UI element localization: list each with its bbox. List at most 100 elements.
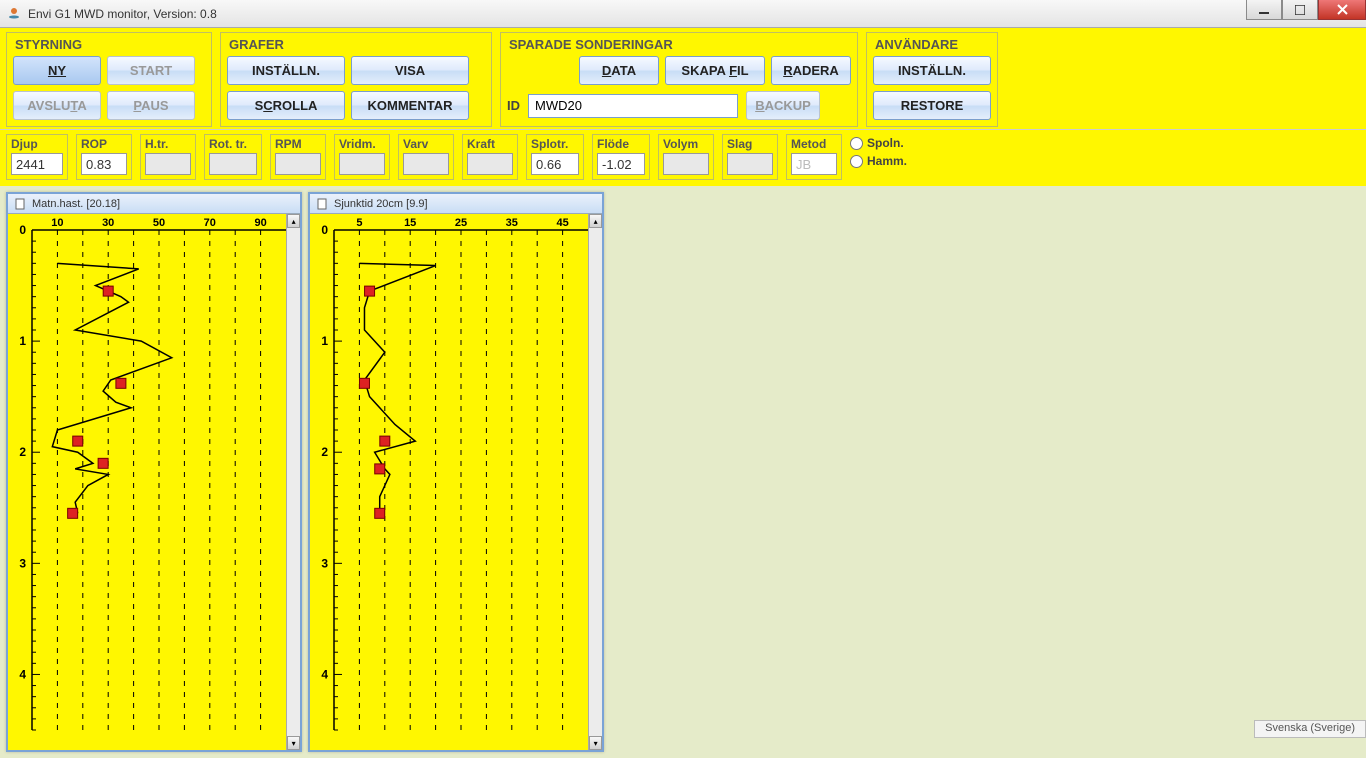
param-splotr: Splotr. (526, 134, 584, 180)
param-djup: Djup (6, 134, 68, 180)
volym-input[interactable] (663, 153, 709, 175)
group-title-anvandare: ANVÄNDARE (873, 37, 991, 56)
vridm-input[interactable] (339, 153, 385, 175)
close-button[interactable] (1318, 0, 1366, 20)
svg-text:15: 15 (404, 217, 416, 229)
content-area: Matn.hast. [20.18] 103050709001234 ▴ ▾ S… (0, 186, 1366, 758)
chart-title-1: Matn.hast. [20.18] (32, 198, 120, 210)
varv-input[interactable] (403, 153, 449, 175)
kommentar-button[interactable]: KOMMENTAR (351, 91, 469, 120)
svg-text:30: 30 (102, 217, 114, 229)
svg-text:45: 45 (556, 217, 568, 229)
installn-button[interactable]: INSTÄLLN. (227, 56, 345, 85)
start-button[interactable]: START (107, 56, 195, 85)
window-title: Envi G1 MWD monitor, Version: 0.8 (28, 7, 217, 21)
rop-input[interactable] (81, 153, 127, 175)
param-rottr: Rot. tr. (204, 134, 262, 180)
svg-text:4: 4 (19, 667, 26, 681)
chart-body-2: 51525354501234 ▴ ▾ (310, 214, 602, 750)
ny-button[interactable]: NY (13, 56, 101, 85)
skapafil-button[interactable]: SKAPA FIL (665, 56, 765, 85)
flode-input[interactable] (597, 153, 645, 175)
paus-button[interactable]: PAUS (107, 91, 195, 120)
svg-text:3: 3 (19, 556, 26, 570)
param-volym: Volym (658, 134, 714, 180)
param-metod: Metod (786, 134, 842, 180)
user-installn-button[interactable]: INSTÄLLN. (873, 56, 991, 85)
svg-text:1: 1 (19, 334, 26, 348)
group-title-sparade: SPARADE SONDERINGAR (507, 37, 851, 56)
avsluta-button[interactable]: AVSLUTA (13, 91, 101, 120)
rpm-input[interactable] (275, 153, 321, 175)
svg-text:5: 5 (356, 217, 362, 229)
chart-svg-2: 51525354501234 (310, 214, 588, 734)
htr-input[interactable] (145, 153, 191, 175)
chart-panel-2: Sjunktid 20cm [9.9] 51525354501234 ▴ ▾ (308, 192, 604, 752)
svg-text:70: 70 (204, 217, 216, 229)
toolbar: STYRNING NY START AVSLUTA PAUS GRAFER IN… (0, 28, 1366, 130)
svg-text:35: 35 (506, 217, 518, 229)
slag-input[interactable] (727, 153, 773, 175)
scrollbar-1[interactable]: ▴ ▾ (286, 214, 300, 750)
group-grafer: GRAFER INSTÄLLN. VISA SCROLLA KOMMENTAR (220, 32, 492, 127)
scroll-up-icon[interactable]: ▴ (589, 214, 602, 228)
scroll-down-icon[interactable]: ▾ (589, 736, 602, 750)
param-varv: Varv (398, 134, 454, 180)
group-sparade: SPARADE SONDERINGAR DATA SKAPA FIL RADER… (500, 32, 858, 127)
java-icon (6, 6, 22, 22)
param-htr: H.tr. (140, 134, 196, 180)
param-rop: ROP (76, 134, 132, 180)
chart-svg-1: 103050709001234 (8, 214, 286, 734)
svg-text:4: 4 (321, 667, 328, 681)
method-radio-group: Spoln. Hamm. (850, 134, 907, 180)
minimize-button[interactable] (1246, 0, 1282, 20)
document-icon (14, 198, 26, 210)
id-label: ID (507, 98, 520, 113)
statusbar: Svenska (Sverige) (1254, 720, 1366, 738)
titlebar: Envi G1 MWD monitor, Version: 0.8 (0, 0, 1366, 28)
scroll-track[interactable] (589, 228, 602, 736)
chart-titlebar-1[interactable]: Matn.hast. [20.18] (8, 194, 300, 214)
id-input[interactable] (528, 94, 738, 118)
group-title-grafer: GRAFER (227, 37, 485, 56)
group-anvandare: ANVÄNDARE INSTÄLLN. RESTORE (866, 32, 998, 127)
svg-text:90: 90 (254, 217, 266, 229)
document-icon (316, 198, 328, 210)
svg-text:25: 25 (455, 217, 467, 229)
chart-titlebar-2[interactable]: Sjunktid 20cm [9.9] (310, 194, 602, 214)
chart-panel-1: Matn.hast. [20.18] 103050709001234 ▴ ▾ (6, 192, 302, 752)
window-controls (1246, 0, 1366, 20)
kraft-input[interactable] (467, 153, 513, 175)
rottr-input[interactable] (209, 153, 257, 175)
radio-hamm[interactable]: Hamm. (850, 154, 907, 168)
scrolla-button[interactable]: SCROLLA (227, 91, 345, 120)
svg-text:1: 1 (321, 334, 328, 348)
param-vridm: Vridm. (334, 134, 390, 180)
data-button[interactable]: DATA (579, 56, 659, 85)
radio-spoln[interactable]: Spoln. (850, 136, 907, 150)
backup-button[interactable]: BACKUP (746, 91, 820, 120)
svg-text:3: 3 (321, 556, 328, 570)
group-styrning: STYRNING NY START AVSLUTA PAUS (6, 32, 212, 127)
param-rpm: RPM (270, 134, 326, 180)
scroll-track[interactable] (287, 228, 300, 736)
param-flode: Flöde (592, 134, 650, 180)
chart-body-1: 103050709001234 ▴ ▾ (8, 214, 300, 750)
djup-input[interactable] (11, 153, 63, 175)
param-slag: Slag (722, 134, 778, 180)
metod-input[interactable] (791, 153, 837, 175)
svg-text:50: 50 (153, 217, 165, 229)
group-title-styrning: STYRNING (13, 37, 205, 56)
svg-text:0: 0 (321, 223, 328, 237)
scroll-down-icon[interactable]: ▾ (287, 736, 300, 750)
splotr-input[interactable] (531, 153, 579, 175)
radera-button[interactable]: RADERA (771, 56, 851, 85)
scrollbar-2[interactable]: ▴ ▾ (588, 214, 602, 750)
param-row: Djup ROP H.tr. Rot. tr. RPM Vridm. Varv … (0, 130, 1366, 186)
param-kraft: Kraft (462, 134, 518, 180)
svg-text:0: 0 (19, 223, 26, 237)
scroll-up-icon[interactable]: ▴ (287, 214, 300, 228)
maximize-button[interactable] (1282, 0, 1318, 20)
visa-button[interactable]: VISA (351, 56, 469, 85)
restore-button[interactable]: RESTORE (873, 91, 991, 120)
